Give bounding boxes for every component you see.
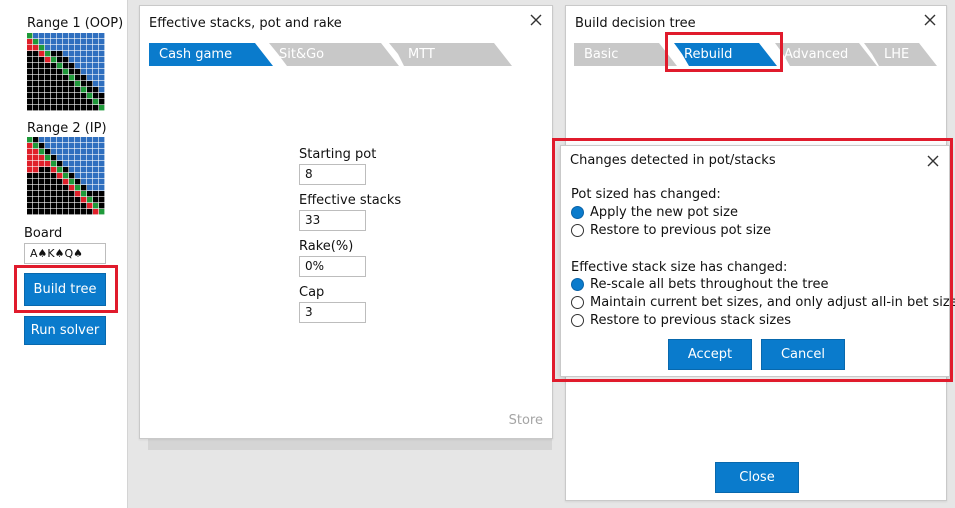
cancel-button[interactable]: Cancel [761,339,845,370]
tab-sit-go[interactable]: Sit&Go [269,43,324,66]
accept-button[interactable]: Accept [668,339,752,370]
range1-grid[interactable] [27,33,105,111]
radio-label: Maintain current bet sizes, and only adj… [590,295,955,310]
radio-label: Re-scale all bets throughout the tree [590,277,829,292]
range2-label: Range 2 (IP) [27,121,107,136]
radio-checked-icon[interactable] [571,278,584,291]
close-icon[interactable] [529,13,543,27]
close-icon[interactable] [926,154,940,168]
radio-apply-new-pot[interactable]: Apply the new pot size [571,205,738,220]
radio-unchecked-icon[interactable] [571,296,584,309]
cap-label: Cap [299,285,325,300]
stacks-panel-title: Effective stacks, pot and rake [149,16,342,31]
stacks-panel: Effective stacks, pot and rake Cash game… [139,5,553,439]
effective-stacks-input[interactable]: 33 [299,210,366,231]
close-icon[interactable] [923,13,937,27]
radio-label: Apply the new pot size [590,205,738,220]
sidebar: Range 1 (OOP) Range 2 (IP) Board A♠K♠Q♠ … [0,0,128,508]
rake-label: Rake(%) [299,239,354,254]
stack-heading: Effective stack size has changed: [571,260,788,275]
range2-grid[interactable] [27,137,105,215]
radio-restore-pot[interactable]: Restore to previous pot size [571,223,771,238]
tree-panel-title: Build decision tree [575,16,696,31]
radio-rescale-bets[interactable]: Re-scale all bets throughout the tree [571,277,828,292]
effective-stacks-label: Effective stacks [299,193,402,208]
rake-input[interactable]: 0% [299,256,366,277]
range1-label: Range 1 (OOP) [27,16,124,31]
tab-lhe[interactable]: LHE [874,43,909,66]
pot-heading: Pot sized has changed: [571,187,721,202]
dialog-title: Changes detected in pot/stacks [570,153,776,168]
radio-unchecked-icon[interactable] [571,224,584,237]
run-solver-button[interactable]: Run solver [24,316,106,345]
radio-checked-icon[interactable] [571,206,584,219]
board-label: Board [24,226,63,241]
radio-unchecked-icon[interactable] [571,314,584,327]
tab-mtt[interactable]: MTT [398,43,435,66]
panel-shadow [148,439,552,450]
changes-dialog: Changes detected in pot/stacks Pot sized… [560,145,955,377]
tab-basic[interactable]: Basic [574,43,618,66]
radio-maintain-bets[interactable]: Maintain current bet sizes, and only adj… [571,295,955,310]
starting-pot-label: Starting pot [299,147,377,162]
build-tree-button[interactable]: Build tree [24,273,106,306]
tab-cash-game[interactable]: Cash game [149,43,232,66]
starting-pot-input[interactable]: 8 [299,164,366,185]
store-link[interactable]: Store [509,413,543,428]
board-input[interactable]: A♠K♠Q♠ [24,243,106,264]
cap-input[interactable]: 3 [299,302,366,323]
radio-label: Restore to previous stack sizes [590,313,791,328]
tab-rebuild[interactable]: Rebuild [674,43,732,66]
close-button[interactable]: Close [715,462,799,493]
radio-label: Restore to previous pot size [590,223,771,238]
tab-advanced[interactable]: Advanced [774,43,848,66]
radio-restore-stacks[interactable]: Restore to previous stack sizes [571,313,791,328]
